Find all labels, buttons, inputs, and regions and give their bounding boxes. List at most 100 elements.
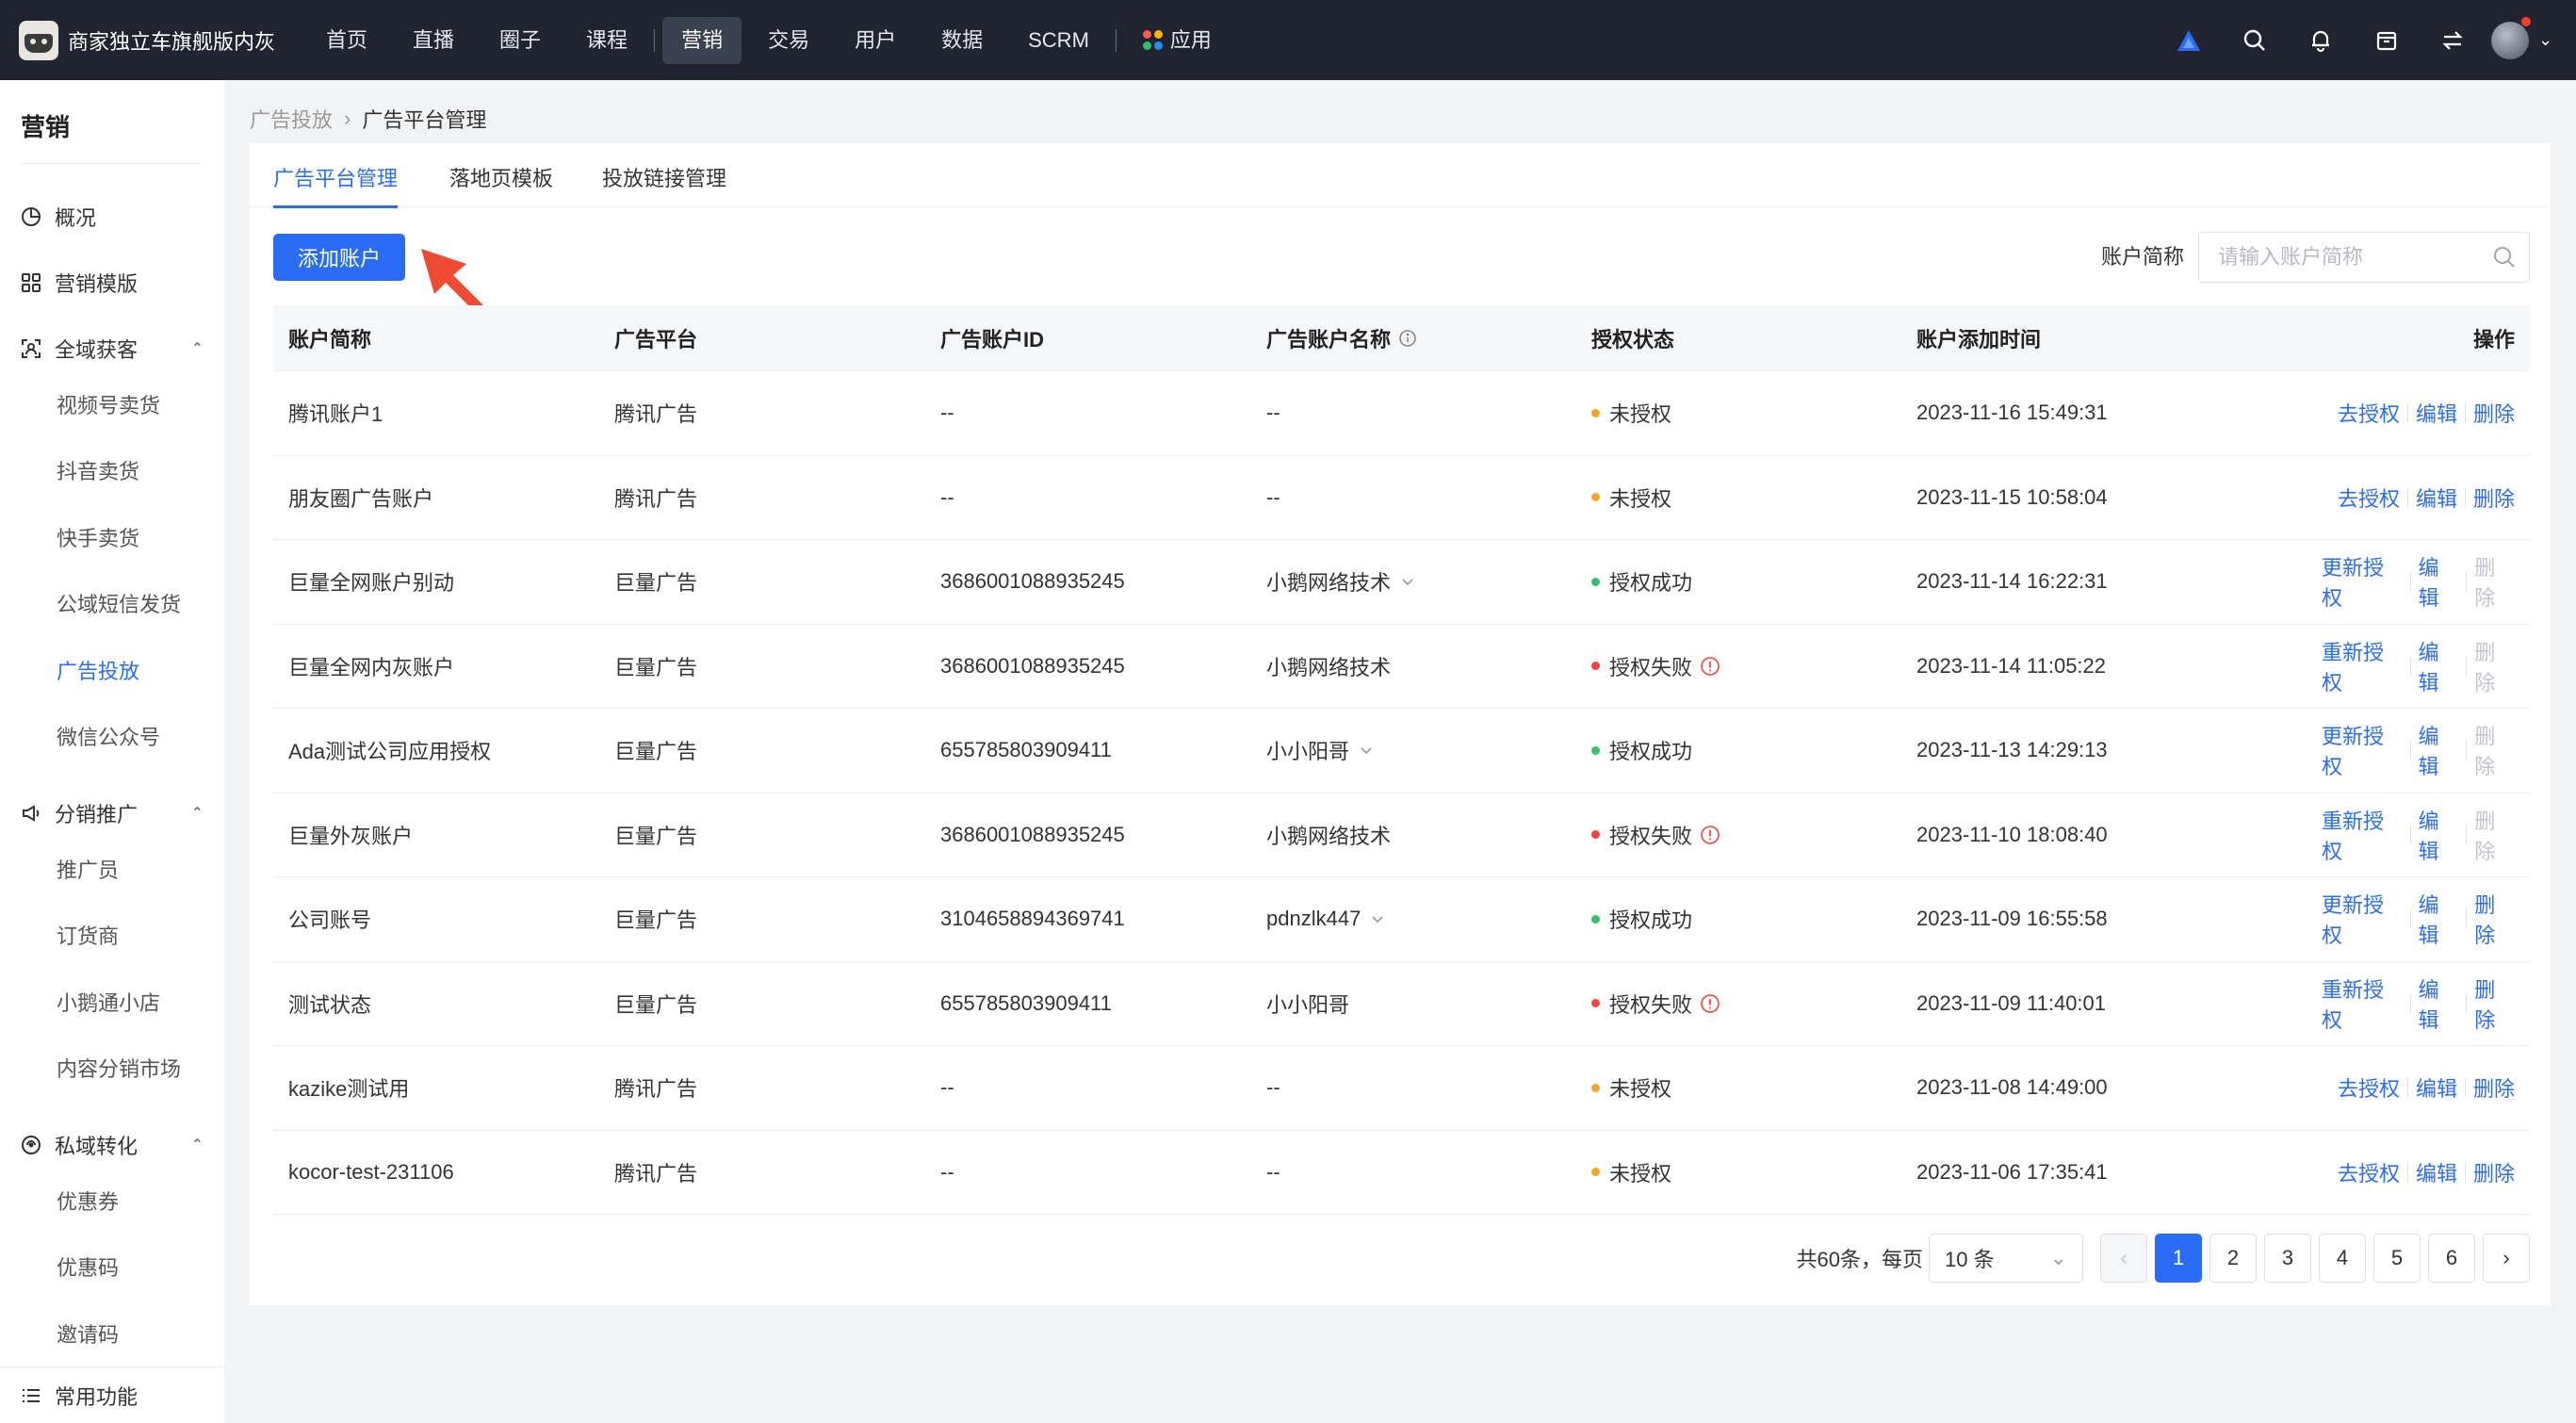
sidebar-group-distribution[interactable]: 分销推广 ⌃ xyxy=(21,794,209,832)
delete-link[interactable]: 删除 xyxy=(2473,1072,2515,1103)
breadcrumb-parent[interactable]: 广告投放 xyxy=(250,104,333,134)
action-divider xyxy=(2406,487,2408,507)
edit-link[interactable]: 编辑 xyxy=(2416,1072,2457,1103)
tab-landing-templates[interactable]: 落地页模板 xyxy=(449,162,553,207)
bell-icon[interactable] xyxy=(2288,0,2354,80)
nav-user[interactable]: 用户 xyxy=(836,17,915,64)
nav-marketing[interactable]: 营销 xyxy=(662,16,742,64)
authorize-link[interactable]: 去授权 xyxy=(2338,483,2400,513)
sidebar-sub-ads[interactable]: 广告投放 xyxy=(57,653,139,691)
authorize-link[interactable]: 去授权 xyxy=(2338,398,2400,428)
nav-home[interactable]: 首页 xyxy=(307,17,386,64)
cell-account-name[interactable]: 小鹅网络技术 xyxy=(1251,566,1576,597)
tab-platform-management[interactable]: 广告平台管理 xyxy=(273,162,399,208)
warning-icon[interactable] xyxy=(1700,656,1720,677)
page-button-3[interactable]: 3 xyxy=(2264,1234,2311,1283)
nav-course[interactable]: 课程 xyxy=(567,17,646,64)
chevron-down-icon[interactable] xyxy=(1370,911,1385,926)
authorize-link[interactable]: 更新授权 xyxy=(2322,720,2403,780)
delete-link[interactable]: 删除 xyxy=(2474,889,2515,949)
cell-platform: 腾讯广告 xyxy=(614,486,698,511)
product-logo-icon[interactable] xyxy=(2156,0,2222,80)
delete-link[interactable]: 删除 xyxy=(2473,398,2515,428)
chevron-down-icon[interactable] xyxy=(1400,574,1415,589)
authorize-link[interactable]: 重新授权 xyxy=(2322,636,2403,696)
sidebar-group-acquisition[interactable]: 全域获客 ⌃ xyxy=(21,330,209,368)
sidebar-sub-promo-code[interactable]: 优惠码 xyxy=(57,1250,119,1287)
edit-link[interactable]: 编辑 xyxy=(2419,636,2459,696)
switch-icon[interactable] xyxy=(2420,0,2486,80)
filter-label: 账户简称 xyxy=(2101,245,2185,269)
sidebar-sub-kuaishou[interactable]: 快手卖货 xyxy=(57,520,139,558)
authorize-link[interactable]: 重新授权 xyxy=(2322,805,2403,865)
cell-account-name[interactable]: 小小阳哥 xyxy=(1251,735,1576,765)
nav-scrm[interactable]: SCRM xyxy=(1009,17,1108,64)
edit-link[interactable]: 编辑 xyxy=(2419,551,2459,612)
search-icon[interactable] xyxy=(2222,0,2288,80)
page-button-5[interactable]: 5 xyxy=(2373,1234,2421,1283)
edit-link[interactable]: 编辑 xyxy=(2416,398,2457,428)
delete-link[interactable]: 删除 xyxy=(2473,1157,2515,1187)
sidebar-item-templates[interactable]: 营销模版 xyxy=(21,264,209,302)
nav-live[interactable]: 直播 xyxy=(394,17,473,64)
pagination: 共60条，每页 10 条 ⌄ ‹ 123456 › xyxy=(1797,1234,2530,1283)
page-button-2[interactable]: 2 xyxy=(2209,1234,2257,1283)
nav-trade[interactable]: 交易 xyxy=(749,17,828,64)
delete-link[interactable]: 删除 xyxy=(2474,973,2515,1034)
sidebar-group-private[interactable]: 私域转化 ⌃ xyxy=(21,1126,209,1164)
chevron-down-icon[interactable] xyxy=(1359,743,1374,758)
tab-link-management[interactable]: 投放链接管理 xyxy=(602,162,726,207)
sidebar-sub-promoter[interactable]: 推广员 xyxy=(57,852,119,890)
search-icon[interactable] xyxy=(2491,244,2518,270)
page-size-select[interactable]: 10 条 ⌄ xyxy=(1929,1234,2083,1283)
cell-account-short-name: 巨量全网账户别动 xyxy=(288,571,455,596)
page-size-value: 10 条 xyxy=(1945,1248,1995,1271)
authorize-link[interactable]: 重新授权 xyxy=(2322,973,2403,1034)
nav-apps[interactable]: 应用 xyxy=(1124,17,1231,64)
status-dot xyxy=(1591,830,1600,840)
page-button-4[interactable]: 4 xyxy=(2319,1234,2366,1283)
info-icon[interactable] xyxy=(1398,329,1417,348)
sidebar-sub-invite-code[interactable]: 邀请码 xyxy=(57,1317,119,1354)
edit-link[interactable]: 编辑 xyxy=(2419,805,2459,865)
page-button-6[interactable]: 6 xyxy=(2428,1234,2475,1283)
action-divider xyxy=(2406,403,2408,423)
cell-status: 未授权 xyxy=(1576,483,1901,513)
edit-link[interactable]: 编辑 xyxy=(2419,720,2459,780)
search-input[interactable] xyxy=(2199,234,2491,281)
page-button-1[interactable]: 1 xyxy=(2155,1234,2202,1283)
warning-icon[interactable] xyxy=(1700,825,1720,845)
sidebar-sub-shop[interactable]: 小鹅通小店 xyxy=(57,985,160,1022)
authorize-link[interactable]: 去授权 xyxy=(2338,1157,2400,1187)
sidebar-sub-channels-video[interactable]: 视频号卖货 xyxy=(57,387,160,425)
edit-link[interactable]: 编辑 xyxy=(2419,889,2459,949)
sidebar-sub-sms[interactable]: 公域短信发货 xyxy=(57,586,181,624)
warning-icon[interactable] xyxy=(1700,993,1720,1014)
sidebar-sub-dealer[interactable]: 订货商 xyxy=(57,918,119,956)
sidebar-item-label: 私域转化 xyxy=(55,1135,139,1158)
authorize-link[interactable]: 更新授权 xyxy=(2322,889,2403,949)
edit-link[interactable]: 编辑 xyxy=(2416,483,2457,513)
user-menu[interactable]: ⌄ xyxy=(2486,0,2576,80)
nav-data[interactable]: 数据 xyxy=(922,17,1002,64)
next-page-button[interactable]: › xyxy=(2483,1234,2530,1283)
authorize-link[interactable]: 去授权 xyxy=(2338,1072,2400,1103)
brand[interactable]: 商家独立车旗舰版内灰 xyxy=(19,20,303,60)
prev-page-button[interactable]: ‹ xyxy=(2100,1234,2147,1283)
authorize-link[interactable]: 更新授权 xyxy=(2322,551,2403,612)
add-account-button[interactable]: 添加账户 xyxy=(273,234,405,281)
sidebar-sub-coupon[interactable]: 优惠券 xyxy=(57,1184,119,1221)
action-divider xyxy=(2464,403,2466,423)
cell-account-name[interactable]: pdnzlk447 xyxy=(1251,907,1576,931)
sidebar-sub-content-market[interactable]: 内容分销市场 xyxy=(57,1051,181,1088)
apps-icon xyxy=(1142,30,1163,50)
store-icon[interactable] xyxy=(2354,0,2420,80)
sidebar-sub-wechat-official[interactable]: 微信公众号 xyxy=(57,719,160,757)
sidebar-footer-common[interactable]: 常用功能 xyxy=(0,1366,224,1423)
nav-circle[interactable]: 圈子 xyxy=(481,17,560,64)
edit-link[interactable]: 编辑 xyxy=(2419,973,2459,1034)
sidebar-sub-douyin[interactable]: 抖音卖货 xyxy=(57,453,139,491)
sidebar-item-overview[interactable]: 概况 xyxy=(21,198,209,236)
delete-link[interactable]: 删除 xyxy=(2473,483,2515,513)
edit-link[interactable]: 编辑 xyxy=(2416,1157,2457,1187)
